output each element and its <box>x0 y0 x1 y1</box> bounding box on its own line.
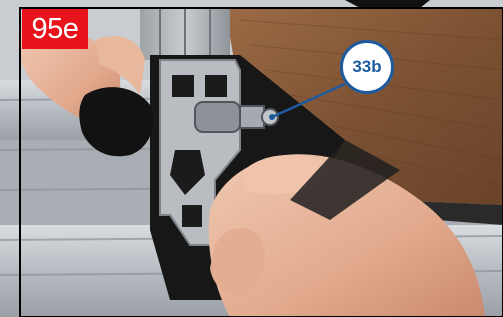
profile-slot-4 <box>182 205 202 227</box>
fastener-nut <box>239 105 265 129</box>
fastener-body <box>194 101 241 133</box>
profile-slot-2 <box>205 75 227 97</box>
step-number-badge: 95e <box>22 9 88 49</box>
instruction-photo: 95e 33b <box>0 0 503 317</box>
part-callout-bubble: 33b <box>340 40 394 94</box>
profile-slot-1 <box>172 75 194 97</box>
callout-leader-dot <box>269 114 275 120</box>
arrow-icon <box>345 0 430 8</box>
